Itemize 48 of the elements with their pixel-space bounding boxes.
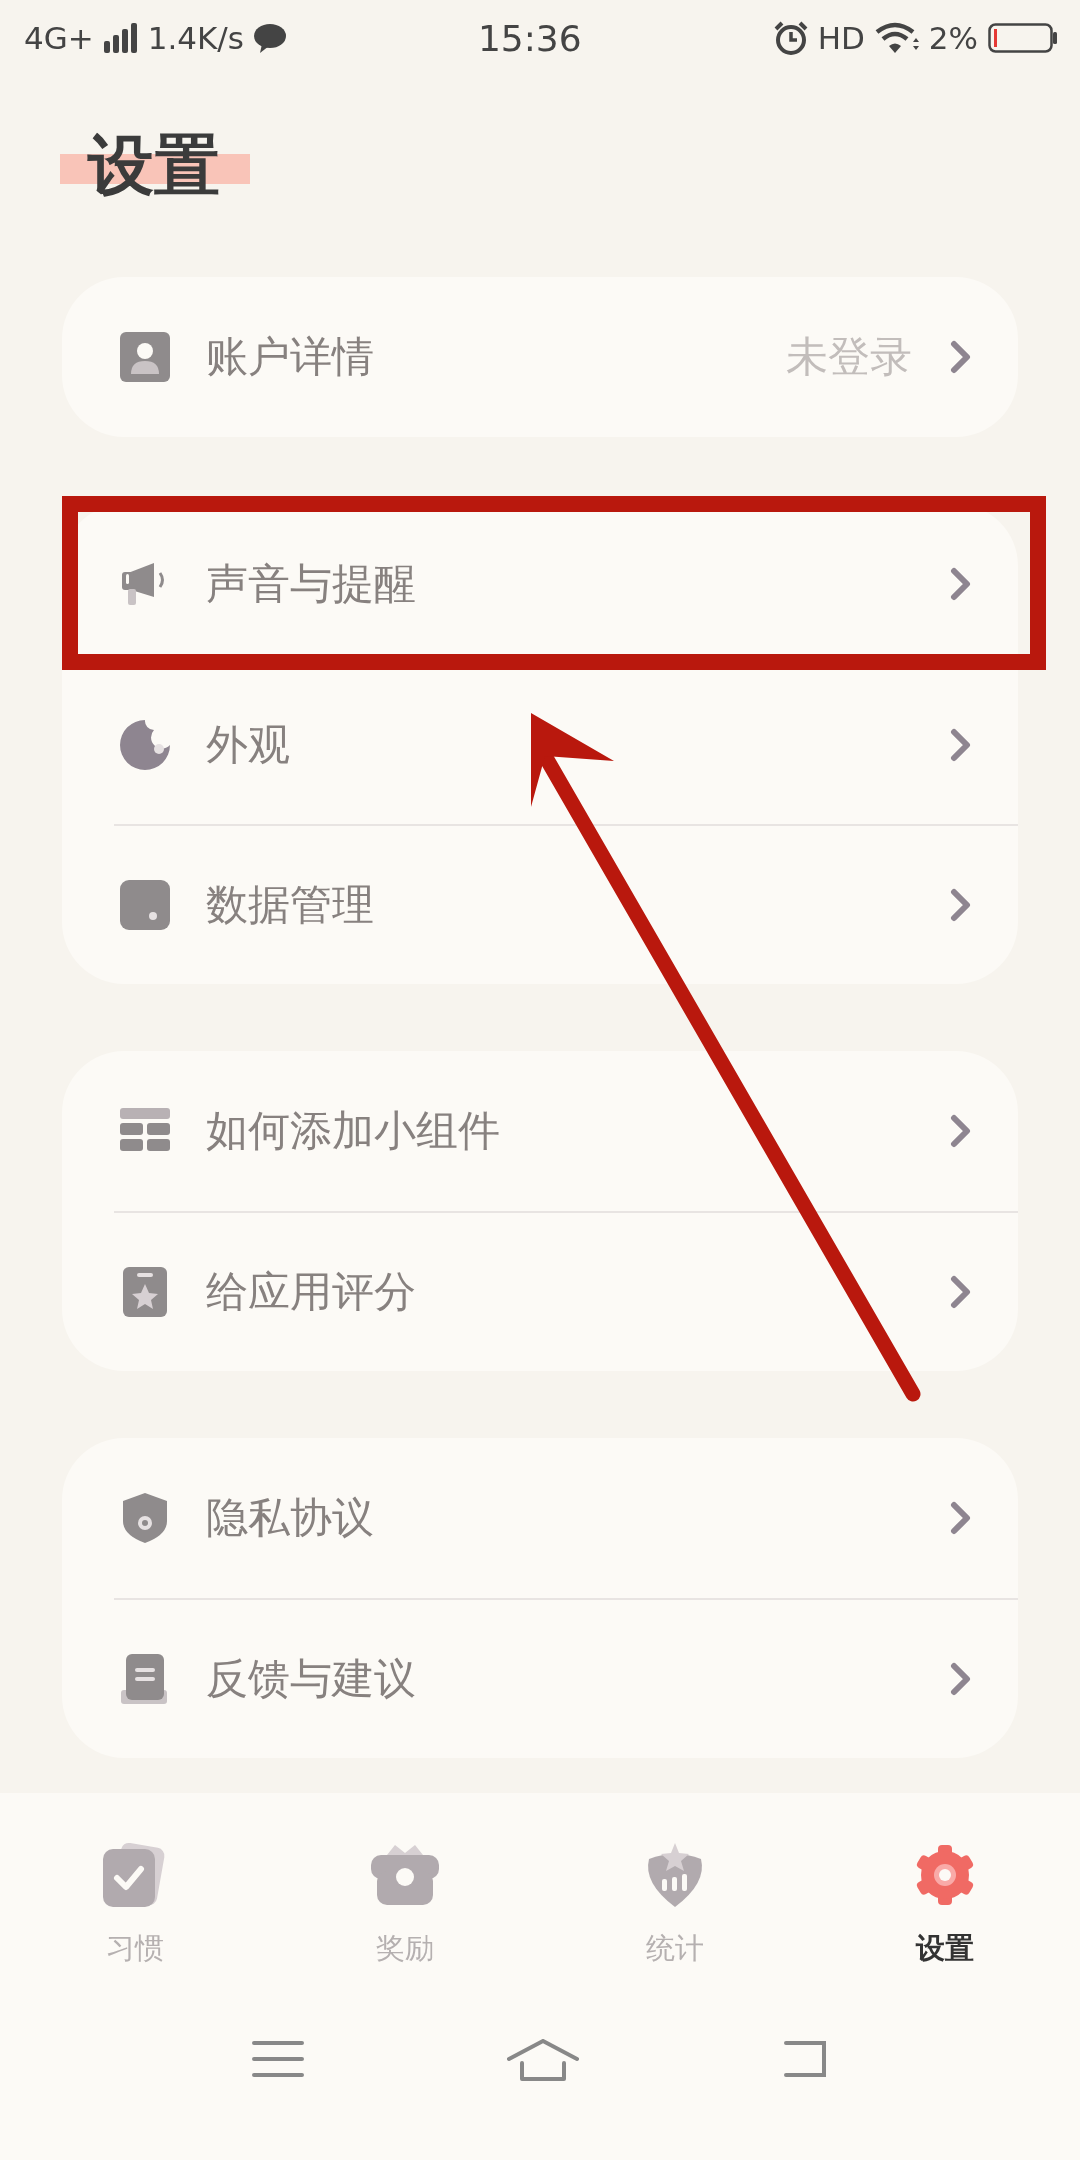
settings-row[interactable]: 数据管理 xyxy=(114,824,1018,984)
chevron-right-icon xyxy=(950,1275,972,1309)
row-label: 隐私协议 xyxy=(206,1492,374,1544)
settings-row[interactable]: 给应用评分 xyxy=(114,1211,1018,1371)
chevron-right-icon xyxy=(950,1501,972,1535)
chevron-right-icon xyxy=(950,1662,972,1696)
settings-row[interactable]: 声音与提醒 xyxy=(62,504,1018,664)
shield-icon xyxy=(120,1493,170,1543)
cookie-icon xyxy=(120,720,170,770)
chevron-right-icon xyxy=(950,1114,972,1148)
chevron-right-icon xyxy=(950,888,972,922)
hd-indicator: HD xyxy=(817,20,865,56)
row-label: 如何添加小组件 xyxy=(206,1105,500,1157)
document-icon xyxy=(120,1654,170,1704)
tab[interactable]: 奖励 xyxy=(270,1841,540,1969)
row-label: 数据管理 xyxy=(206,879,374,931)
home-icon[interactable] xyxy=(507,2039,579,2083)
battery-percent: 2% xyxy=(928,20,978,56)
network-speed: 1.4K/s xyxy=(147,20,244,56)
person-icon xyxy=(120,332,170,382)
chevron-right-icon xyxy=(950,340,972,374)
row-value: 未登录 xyxy=(786,331,912,383)
settings-row[interactable]: 反馈与建议 xyxy=(114,1598,1018,1758)
clock-time: 15:36 xyxy=(477,17,582,59)
chat-bubble-icon xyxy=(253,23,286,53)
row-label: 外观 xyxy=(206,719,290,771)
signal-icon xyxy=(103,23,138,53)
settings-row[interactable]: 外观 xyxy=(114,664,1018,824)
chevron-right-icon xyxy=(950,728,972,762)
settings-row[interactable]: 账户详情 未登录 xyxy=(62,277,1018,437)
menu-icon[interactable] xyxy=(251,2039,304,2079)
tab[interactable]: 设置 xyxy=(810,1841,1080,1969)
wifi-icon xyxy=(874,22,919,54)
row-label: 声音与提醒 xyxy=(206,558,416,610)
battery-icon xyxy=(988,23,1058,53)
tab[interactable]: 统计 xyxy=(540,1841,810,1969)
network-type: 4G+ xyxy=(24,20,94,56)
star-card-icon xyxy=(120,1267,170,1317)
alarm-icon xyxy=(773,21,808,55)
row-label: 给应用评分 xyxy=(206,1266,416,1318)
square-icon xyxy=(120,880,170,930)
tab[interactable]: 习惯 xyxy=(0,1841,270,1969)
back-icon[interactable] xyxy=(782,2039,829,2079)
settings-row[interactable]: 如何添加小组件 xyxy=(62,1051,1018,1211)
row-label: 账户详情 xyxy=(206,331,374,383)
chevron-right-icon xyxy=(950,567,972,601)
row-label: 反馈与建议 xyxy=(206,1653,416,1705)
settings-row[interactable]: 隐私协议 xyxy=(62,1438,1018,1598)
